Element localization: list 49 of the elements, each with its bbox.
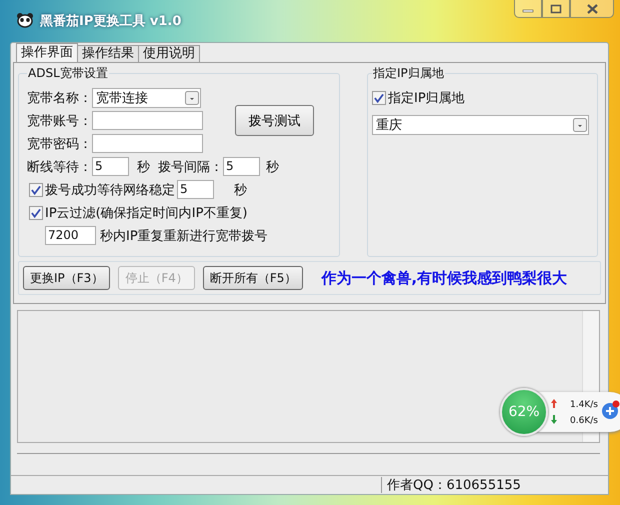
- field-label: 宽带密码：: [27, 136, 92, 152]
- unit-label: 秒: [234, 182, 247, 198]
- unit-label: 秒: [137, 158, 150, 176]
- window-title: 黑番茄IP更换工具 v1.0: [40, 13, 182, 30]
- input-field[interactable]: 5: [223, 157, 260, 176]
- input-field[interactable]: [92, 134, 203, 153]
- action-button[interactable]: 更换IP（F3）: [23, 266, 110, 290]
- checkbox-label: 指定IP归属地: [388, 90, 465, 106]
- checkbox[interactable]: [29, 206, 43, 220]
- tab[interactable]: 操作结果: [77, 45, 139, 62]
- group-title: 指定IP归属地: [372, 65, 445, 82]
- input-field[interactable]: [92, 111, 203, 130]
- action-button[interactable]: 断开所有（F5）: [202, 266, 304, 290]
- unit-label: 秒: [266, 158, 279, 176]
- tab[interactable]: 操作界面: [16, 43, 78, 62]
- tab[interactable]: 使用说明: [138, 45, 200, 62]
- slogan-text: 作为一个禽兽,有时候我感到鸭梨很大: [321, 268, 568, 288]
- dial-test-button[interactable]: 拨号测试: [235, 105, 314, 136]
- download-speed: 0.6K/s: [570, 416, 598, 426]
- checkbox[interactable]: [372, 90, 386, 104]
- field-label: 秒内IP重复重新进行宽带拨号: [100, 228, 268, 244]
- checkmark-icon: [31, 184, 41, 194]
- input-field[interactable]: 5: [92, 157, 129, 176]
- maximize-button[interactable]: [542, 0, 570, 18]
- checkbox-label: IP云过滤(确保指定时间内IP不重复): [45, 204, 248, 222]
- arrow-down-icon: [551, 415, 557, 424]
- field-label: 宽带账号：: [27, 112, 92, 130]
- input-field[interactable]: 5: [177, 180, 214, 199]
- group-title: ADSL宽带设置: [27, 65, 109, 82]
- author-text: 作者QQ：610655155: [386, 477, 521, 494]
- input-field[interactable]: 7200: [45, 226, 96, 245]
- maximize-icon: [550, 4, 562, 14]
- checkmark-icon: [374, 92, 384, 102]
- dropdown[interactable]: 重庆: [372, 115, 589, 135]
- arrow-up-icon: [551, 399, 557, 408]
- close-button[interactable]: [570, 0, 614, 18]
- field-label: 宽带名称：: [27, 90, 92, 106]
- checkbox[interactable]: [29, 182, 43, 196]
- close-icon: [586, 4, 598, 14]
- panda-icon: [16, 12, 34, 28]
- field-label: 断线等待：: [27, 158, 92, 176]
- dropdown-value: 重庆: [376, 117, 402, 134]
- dropdown[interactable]: 宽带连接: [92, 88, 201, 108]
- field-label: 拨号间隔：: [158, 158, 223, 176]
- upload-speed: 1.4K/s: [570, 400, 598, 410]
- checkbox-label: 拨号成功等待网络稳定: [45, 182, 175, 198]
- checkmark-icon: [31, 208, 41, 218]
- dropdown-value: 宽带连接: [96, 90, 148, 106]
- minimize-button[interactable]: [514, 0, 542, 18]
